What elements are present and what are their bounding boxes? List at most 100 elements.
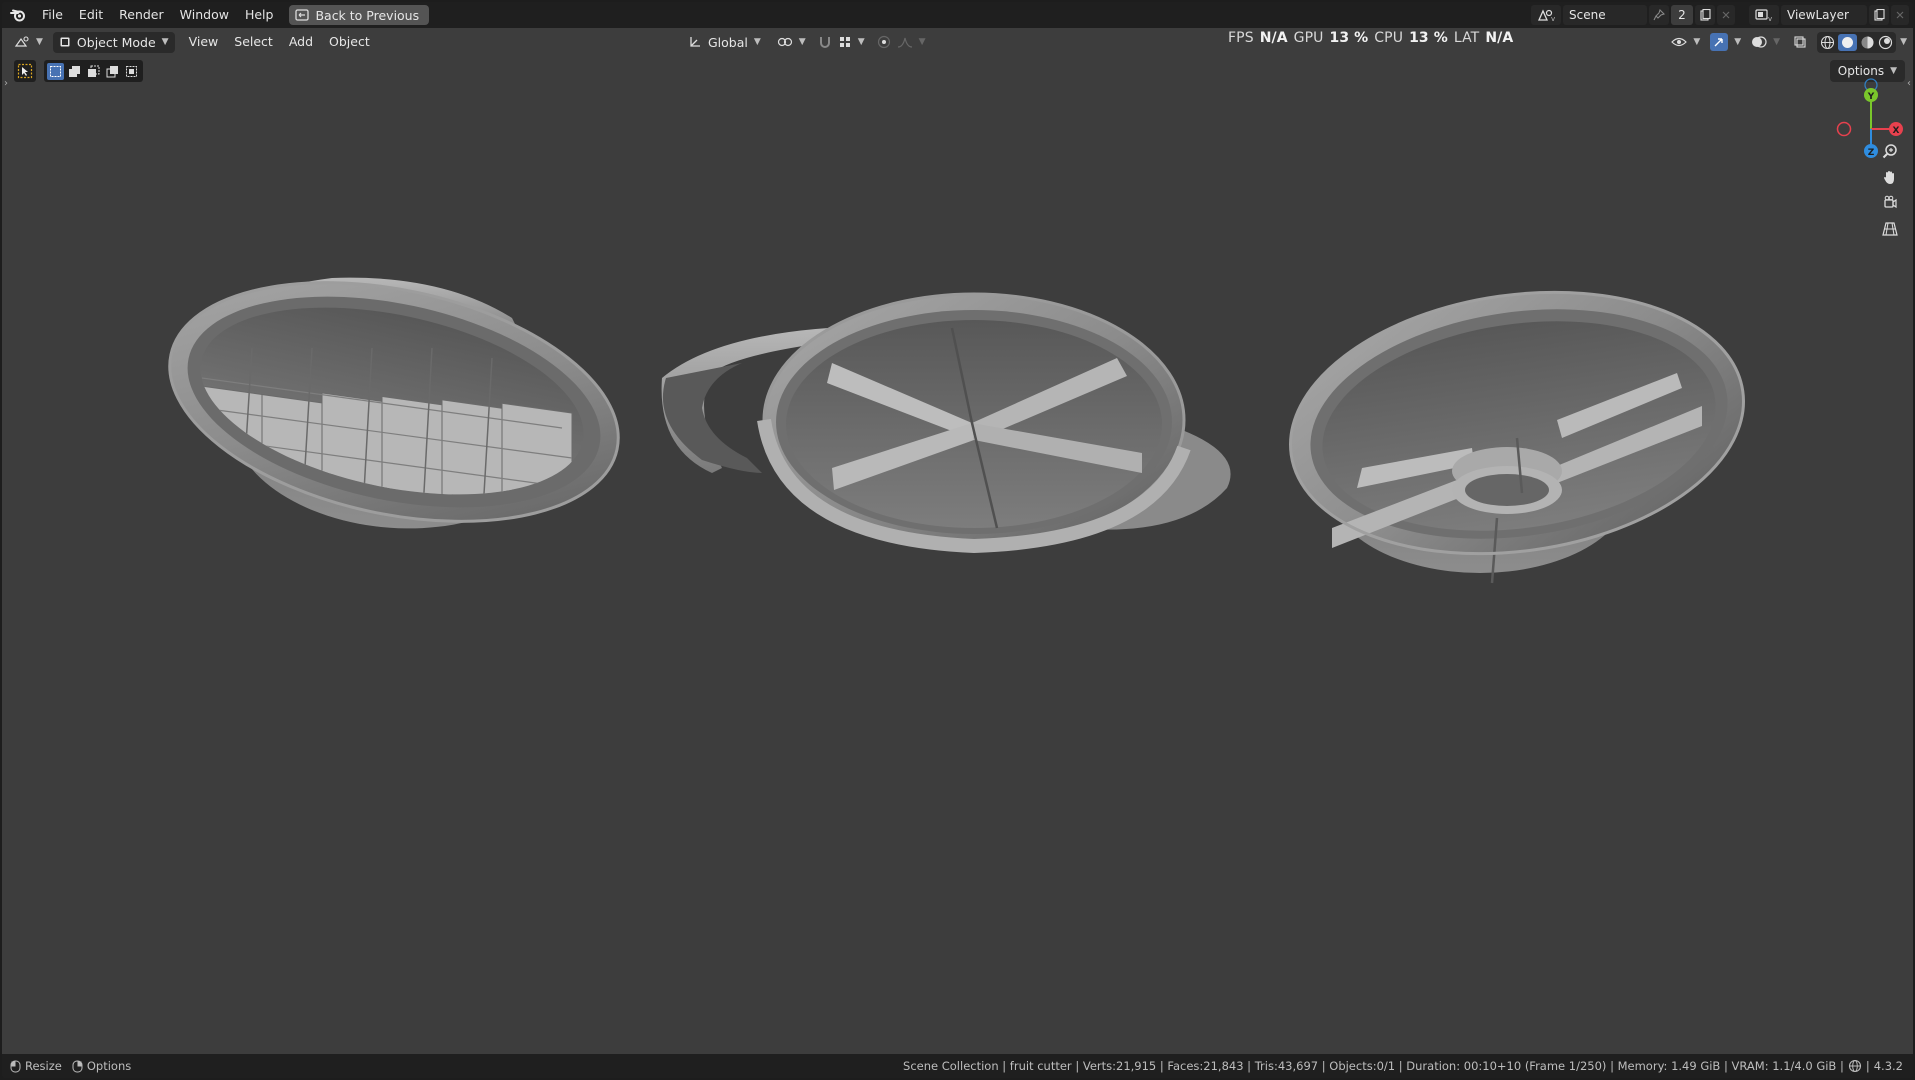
menu-view[interactable]: View [181, 31, 227, 53]
material-shading-icon[interactable] [1860, 35, 1875, 50]
chevron-down-icon: ▼ [1890, 66, 1897, 76]
camera-view-icon[interactable] [1877, 192, 1903, 214]
xray-toggle-icon[interactable] [1787, 32, 1813, 52]
gizmo-z-label: Z [1868, 148, 1875, 158]
shading-options-chevron[interactable]: ▼ [1900, 37, 1907, 47]
menu-select[interactable]: Select [226, 31, 281, 53]
chevron-down-icon: ▼ [798, 37, 806, 47]
menu-edit[interactable]: Edit [71, 5, 111, 25]
pivot-point-dropdown[interactable]: ▼ [771, 32, 812, 53]
viewport-header: ▼ Object Mode ▼ View Select Add Object G… [2, 28, 1913, 56]
orientation-icon [690, 37, 700, 47]
3d-viewport[interactable]: ▼ Object Mode ▼ View Select Add Object G… [2, 28, 1913, 1054]
snap-dropdown[interactable]: ▼ [812, 32, 871, 53]
view-layer-field[interactable]: ViewLayer [1781, 5, 1867, 25]
blender-version: 4.3.2 [1873, 1059, 1903, 1073]
cpu-value: 13 % [1409, 30, 1448, 46]
select-new-icon[interactable] [47, 62, 64, 80]
chevron-down-icon: ▼ [1773, 37, 1781, 47]
new-scene-icon[interactable] [1695, 5, 1715, 25]
delete-viewlayer-icon[interactable] [1891, 5, 1909, 25]
delete-scene-icon[interactable] [1717, 5, 1735, 25]
viewport-scene [168, 277, 1745, 584]
gizmo-y-label: Y [1867, 92, 1875, 102]
fruit-cutter-grid [168, 277, 620, 529]
scene-statistics: Scene Collection | fruit cutter | Verts:… [903, 1059, 1844, 1073]
editor-type-dropdown[interactable]: ▼ [10, 31, 47, 53]
viewlayer-browse-icon[interactable]: v [1749, 5, 1779, 25]
cpu-label: CPU [1374, 30, 1404, 46]
lat-value: N/A [1485, 30, 1514, 46]
screen-icon [295, 9, 310, 21]
solid-shading-icon[interactable] [1838, 33, 1858, 51]
svg-text:v: v [1551, 15, 1555, 22]
zoom-icon[interactable] [1877, 140, 1903, 162]
gizmo-x-label: X [1893, 126, 1900, 136]
performance-stats: FPS N/A GPU 13 % CPU 13 % LAT N/A [1228, 30, 1513, 46]
chevron-down-icon: ▼ [1734, 37, 1742, 47]
proportional-editing-dropdown[interactable]: ▼ [871, 32, 932, 53]
visibility-dropdown[interactable]: ▼ [1668, 32, 1703, 53]
blender-logo-icon[interactable] [2, 2, 34, 28]
wireframe-shading-icon[interactable] [1820, 35, 1835, 50]
gizmo-toggle-icon[interactable] [1710, 33, 1729, 51]
toolbar-expand-arrow[interactable]: › [4, 78, 8, 89]
pan-hand-icon[interactable] [1877, 166, 1903, 188]
blender-window: File Edit Render Window Help Back to Pre… [2, 2, 1913, 1078]
scene-users-count[interactable]: 2 [1671, 5, 1693, 25]
menu-file[interactable]: File [34, 5, 71, 25]
scene-browse-icon[interactable]: v [1531, 5, 1561, 25]
object-mode-label: Object Mode [76, 34, 156, 50]
editor-type-icon [14, 36, 29, 47]
pin-icon[interactable] [1649, 5, 1669, 25]
scene-selector-group: v Scene 2 v ViewLayer [1531, 5, 1909, 25]
resize-label: Resize [25, 1059, 62, 1073]
tool-settings-row [14, 60, 143, 82]
overlays-dropdown[interactable]: ▼ [1748, 32, 1783, 53]
mouse-left-icon [10, 1060, 21, 1072]
scene-name-field[interactable]: Scene [1563, 5, 1647, 25]
menu-object[interactable]: Object [321, 31, 378, 53]
gpu-value: 13 % [1329, 30, 1369, 46]
back-to-previous-label: Back to Previous [315, 7, 420, 23]
object-mode-dropdown[interactable]: Object Mode ▼ [52, 31, 175, 53]
orientation-label: Global [708, 34, 748, 50]
magnet-icon [819, 37, 830, 48]
menu-render[interactable]: Render [111, 5, 172, 25]
transform-tools-group: Global ▼ ▼ ▼ ▼ [682, 31, 932, 53]
transform-orientation-dropdown[interactable]: Global ▼ [682, 32, 767, 53]
sidebar-expand-arrow[interactable]: ‹ [1907, 78, 1911, 89]
gpu-label: GPU [1293, 30, 1324, 46]
menu-help[interactable]: Help [237, 5, 282, 25]
selection-mode-group [44, 60, 143, 82]
proportional-edit-icon [877, 35, 890, 49]
falloff-icon [897, 37, 912, 48]
chevron-down-icon: ▼ [918, 37, 926, 47]
select-extend-icon[interactable] [66, 63, 83, 80]
new-viewlayer-icon[interactable] [1869, 5, 1889, 25]
select-tool-icon[interactable] [14, 60, 36, 82]
pivot-icon [777, 37, 792, 47]
chevron-down-icon: ▼ [36, 37, 43, 47]
menu-add[interactable]: Add [281, 31, 321, 53]
shading-mode-group [1817, 31, 1897, 53]
select-intersect-icon[interactable] [123, 63, 140, 80]
gizmo-dropdown[interactable]: ▼ [1707, 32, 1744, 53]
rendered-shading-icon[interactable] [1878, 35, 1893, 50]
gizmo-neg-x[interactable] [1836, 121, 1852, 137]
menu-window[interactable]: Window [172, 5, 237, 25]
chevron-down-icon: ▼ [857, 37, 865, 47]
status-bar: Resize Options Scene Collection | fruit … [2, 1054, 1913, 1078]
snap-grid-icon [839, 37, 850, 47]
select-invert-icon[interactable] [104, 63, 121, 80]
chevron-down-icon: ▼ [1693, 37, 1701, 47]
perspective-toggle-icon[interactable] [1877, 218, 1903, 240]
eye-icon [1671, 37, 1688, 47]
fps-value: N/A [1259, 30, 1288, 46]
back-to-previous-button[interactable]: Back to Previous [289, 5, 430, 25]
scene-name: Scene [1569, 8, 1606, 22]
select-subtract-icon[interactable] [85, 63, 102, 80]
fps-label: FPS [1228, 30, 1254, 46]
svg-text:v: v [1768, 15, 1772, 22]
fruit-cutter-corer [1289, 290, 1745, 584]
